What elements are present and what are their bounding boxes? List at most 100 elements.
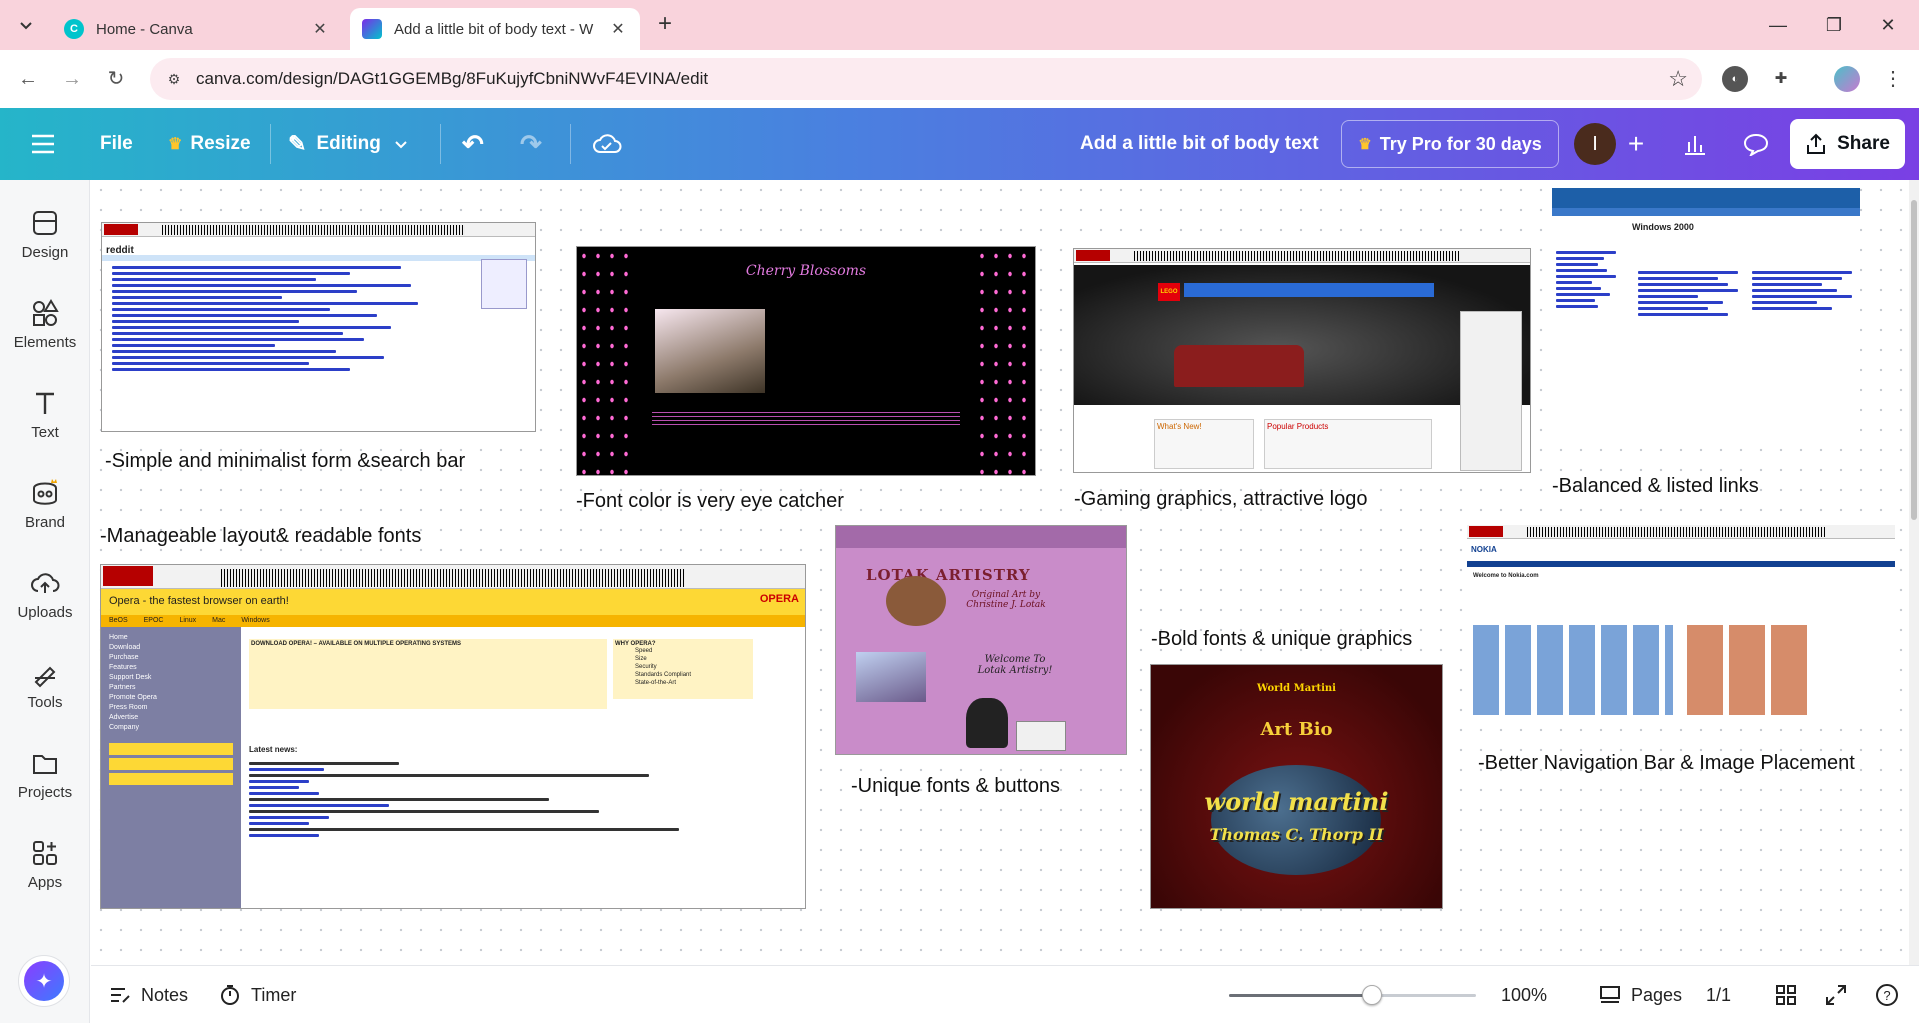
sidebar-item-label: Brand (24, 514, 66, 531)
sidebar-item-tools[interactable]: Tools (0, 658, 90, 711)
lego-whats-new: What's New! (1154, 419, 1254, 469)
svg-text:?: ? (1883, 988, 1890, 1003)
fullscreen-icon[interactable] (1825, 966, 1847, 1023)
undo-button[interactable]: ↶ (462, 108, 484, 180)
more-menu-icon[interactable]: ⋮ (1880, 66, 1906, 92)
sidebar-item-label: Tools (27, 694, 63, 711)
share-button[interactable]: Share (1790, 119, 1905, 169)
help-icon[interactable]: ? (1875, 966, 1899, 1023)
minimize-button[interactable]: — (1758, 10, 1798, 40)
opera-screenshot[interactable]: Opera - the fastest browser on earth! OP… (100, 564, 806, 909)
pencil-icon: ✎ (288, 131, 307, 156)
close-icon[interactable]: ✕ (310, 19, 330, 39)
magic-assistant-button[interactable]: ✦ (18, 955, 70, 1007)
projects-icon (33, 755, 57, 774)
notes-button[interactable]: Notes (109, 966, 188, 1023)
main-menu-button[interactable] (30, 108, 56, 180)
world-martini-screenshot[interactable]: World Martini Art Bio world martini Thom… (1150, 664, 1443, 909)
nokia-logo: NOKIA (1471, 545, 1497, 554)
martini-top-title: World Martini (1257, 683, 1336, 694)
close-icon[interactable]: ✕ (608, 19, 628, 39)
profile-icon[interactable] (1834, 66, 1860, 92)
back-icon[interactable]: ← (14, 65, 42, 93)
avatar[interactable]: I (1574, 123, 1616, 165)
sidebar-item-uploads[interactable]: Uploads (0, 568, 90, 621)
lotak-subtitle: Original Art by Christine J. Lotak (966, 590, 1046, 610)
bookmark-star-icon[interactable]: ☆ (1668, 66, 1688, 92)
zoom-slider[interactable] (1229, 985, 1476, 1005)
cherry-blossoms-screenshot[interactable]: Cherry Blossoms (576, 246, 1036, 476)
sidebar-item-elements[interactable]: Elements (0, 298, 90, 351)
microsoft-screenshot[interactable]: Windows 2000 (1552, 188, 1860, 443)
editing-label: Editing (316, 133, 381, 154)
reddit-screenshot[interactable]: reddit (101, 222, 536, 432)
comments-icon[interactable] (1734, 122, 1778, 166)
canva-toolbar: File ♛ Resize ✎ Editing ↶ ↷ Add a little… (0, 108, 1919, 180)
caption-microsoft[interactable]: -Balanced & listed links (1552, 475, 1759, 498)
tab-list-button[interactable] (12, 11, 40, 39)
browser-tab-bar: C Home - Canva ✕ Add a little bit of bod… (0, 0, 1919, 50)
sidebar-item-projects[interactable]: Projects (0, 748, 90, 801)
analytics-icon[interactable] (1673, 122, 1717, 166)
canvas-scrollbar[interactable] (1909, 180, 1919, 965)
text-icon (36, 392, 54, 414)
close-window-button[interactable]: ✕ (1868, 10, 1908, 40)
sidebar-item-design[interactable]: Design (0, 208, 90, 261)
caption-reddit[interactable]: -Simple and minimalist form &search bar (105, 450, 465, 473)
caption-cherry[interactable]: -Font color is very eye catcher (576, 490, 844, 513)
new-tab-button[interactable]: + (652, 12, 678, 38)
canva-design-favicon-icon (362, 19, 382, 39)
restore-button[interactable]: ❐ (1814, 10, 1854, 40)
pages-icon (1600, 986, 1620, 1003)
url-text[interactable]: canva.com/design/DAGt1GGEMBg/8FuKujyfCbn… (196, 69, 708, 89)
caption-nokia[interactable]: -Better Navigation Bar & Image Placement (1478, 752, 1855, 775)
lego-popular-products: Popular Products (1264, 419, 1432, 469)
reload-icon[interactable]: ↻ (102, 65, 130, 93)
notes-label: Notes (141, 984, 189, 1005)
caption-lotak[interactable]: -Unique fonts & buttons (851, 775, 1060, 798)
forward-icon[interactable]: → (58, 65, 86, 93)
add-collaborator-button[interactable]: + (1614, 122, 1658, 166)
pages-button[interactable]: Pages (1599, 966, 1682, 1023)
hamburger-icon (32, 134, 54, 154)
canva-favicon-icon: C (64, 19, 84, 39)
extensions-icon[interactable]: ✚ (1768, 66, 1794, 92)
tab-home-canva[interactable]: C Home - Canva ✕ (52, 8, 342, 50)
resize-button[interactable]: ♛ Resize (168, 108, 251, 180)
address-bar[interactable]: ⚙ canva.com/design/DAGt1GGEMBg/8FuKujyfC… (150, 58, 1702, 100)
sidebar-item-brand[interactable]: Brand (0, 478, 90, 531)
timer-button[interactable]: Timer (219, 966, 296, 1023)
nokia-screenshot[interactable]: NOKIA Welcome to Nokia.com (1467, 525, 1895, 725)
sidebar-item-label: Elements (13, 334, 77, 351)
try-pro-button[interactable]: ♛ Try Pro for 30 days (1341, 120, 1559, 168)
crown-icon: ♛ (168, 136, 183, 153)
caption-lego[interactable]: -Gaming graphics, attractive logo (1074, 488, 1367, 511)
lotak-artistry-screenshot[interactable]: LOTAK ARTISTRY Original Art by Christine… (835, 525, 1127, 755)
design-canvas[interactable]: reddit -Simple and minimalist form &sear… (91, 180, 1909, 965)
crown-icon: ♛ (1358, 136, 1372, 153)
notes-icon (111, 988, 130, 1003)
vpn-icon[interactable]: ◐ (1722, 66, 1748, 92)
tab-title: Home - Canva (96, 20, 193, 38)
sidebar-item-label: Projects (17, 784, 73, 801)
sidebar-item-apps[interactable]: Apps (0, 838, 90, 891)
site-info-icon[interactable]: ⚙ (164, 69, 184, 89)
reddit-login-form (481, 259, 527, 309)
editing-mode-dropdown[interactable]: ✎ Editing (288, 108, 409, 180)
grid-view-icon[interactable] (1775, 966, 1797, 1023)
file-menu-button[interactable]: File (100, 108, 133, 180)
tab-design[interactable]: Add a little bit of body text - W ✕ (350, 8, 640, 50)
cloud-saved-icon[interactable] (592, 108, 622, 180)
redo-button[interactable]: ↷ (520, 108, 542, 180)
zoom-percentage[interactable]: 100% (1501, 966, 1547, 1023)
opera-side-nav: Home Download Purchase Features Support Desk… (101, 627, 241, 908)
zoom-slider-handle[interactable] (1362, 985, 1383, 1005)
page-count: 1/1 (1706, 984, 1732, 1005)
document-title[interactable]: Add a little bit of body text (1080, 108, 1319, 180)
caption-martini[interactable]: -Bold fonts & unique graphics (1151, 628, 1412, 651)
try-pro-label: Try Pro for 30 days (1379, 133, 1542, 154)
caption-opera[interactable]: -Manageable layout& readable fonts (100, 525, 421, 548)
cherry-photo (655, 309, 765, 393)
sidebar-item-text[interactable]: Text (0, 388, 90, 441)
lego-screenshot[interactable]: LEGO What's New! Popular Products (1073, 248, 1531, 473)
